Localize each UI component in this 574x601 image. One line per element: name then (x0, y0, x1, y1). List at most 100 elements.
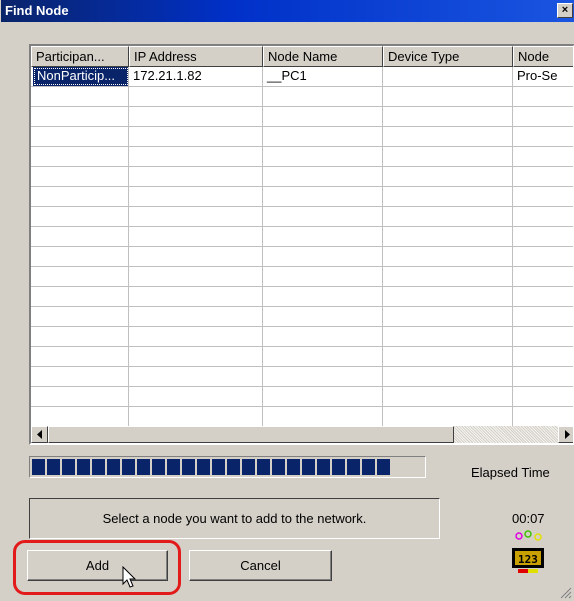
progress-block (137, 459, 150, 475)
row-cell-empty (31, 207, 129, 226)
progress-block (62, 459, 75, 475)
row-cell-empty (31, 127, 129, 146)
row-cell-empty (513, 227, 573, 246)
column-header-ip-address[interactable]: IP Address (129, 46, 263, 67)
row-cell-empty (263, 287, 383, 306)
progress-block (287, 459, 300, 475)
column-header-device-type[interactable]: Device Type (383, 46, 513, 67)
row-cell-empty (513, 107, 573, 126)
cancel-button[interactable]: Cancel (189, 550, 332, 581)
row-cell-empty (513, 307, 573, 326)
column-header-node-name[interactable]: Node Name (263, 46, 383, 67)
row-cell-empty (31, 387, 129, 406)
search-progress-bar (29, 456, 426, 478)
progress-block (257, 459, 270, 475)
row-cell-empty (513, 207, 573, 226)
row-cell-empty (263, 107, 383, 126)
row-cell-empty (31, 287, 129, 306)
scroll-right-button[interactable] (558, 426, 573, 443)
row-cell-empty (513, 387, 573, 406)
row-cell-empty (129, 207, 263, 226)
left-arrow-icon (37, 430, 42, 439)
progress-block (77, 459, 90, 475)
table-row (31, 187, 573, 207)
row-cell-empty (129, 327, 263, 346)
row-cell-empty (513, 287, 573, 306)
close-button[interactable]: × (557, 3, 573, 18)
row-cell-empty (263, 227, 383, 246)
row-cell-empty (129, 267, 263, 286)
table-row[interactable]: NonParticip... 172.21.1.82 __PC1 Pro-Se (31, 67, 573, 87)
row-cell-empty (129, 107, 263, 126)
horizontal-scrollbar[interactable] (31, 426, 573, 443)
row-cell-empty (383, 307, 513, 326)
table-row (31, 227, 573, 247)
row-cell-empty (513, 127, 573, 146)
column-header-participant[interactable]: Participan... (31, 46, 129, 67)
row-cell-empty (263, 367, 383, 386)
progress-block (47, 459, 60, 475)
scroll-thumb[interactable] (48, 426, 454, 443)
row-cell-empty (383, 287, 513, 306)
progress-block (377, 459, 390, 475)
row-cell-empty (513, 167, 573, 186)
row-cell-empty (263, 147, 383, 166)
status-message: Select a node you want to add to the net… (29, 498, 440, 539)
row-cell-empty (263, 247, 383, 266)
row-cell-empty (263, 187, 383, 206)
row-cell-empty (129, 227, 263, 246)
row-cell-empty (129, 347, 263, 366)
row-cell-empty (129, 187, 263, 206)
scroll-left-button[interactable] (31, 426, 48, 443)
row-cell-empty (383, 167, 513, 186)
row-cell-empty (383, 387, 513, 406)
table-row (31, 207, 573, 227)
column-header-node[interactable]: Node (513, 46, 573, 67)
row-cell-empty (129, 387, 263, 406)
title-bar: Find Node × (1, 0, 574, 22)
row-cell-empty (513, 87, 573, 106)
progress-block (302, 459, 315, 475)
row-cell-participant[interactable]: NonParticip... (33, 67, 129, 86)
table-row (31, 387, 573, 407)
table-row (31, 127, 573, 147)
row-cell-empty (31, 87, 129, 106)
row-cell-node: Pro-Se (513, 67, 573, 86)
row-cell-empty (513, 267, 573, 286)
row-cell-empty (129, 307, 263, 326)
close-icon: × (561, 4, 569, 16)
progress-block (182, 459, 195, 475)
row-cell-empty (129, 167, 263, 186)
row-cell-empty (383, 87, 513, 106)
progress-block (332, 459, 345, 475)
row-cell-empty (383, 187, 513, 206)
row-cell-empty (513, 327, 573, 346)
row-cell-empty (383, 247, 513, 266)
row-cell-empty (129, 367, 263, 386)
table-row (31, 367, 573, 387)
row-cell-empty (31, 167, 129, 186)
table-row (31, 307, 573, 327)
row-cell-device-type (383, 67, 513, 86)
row-cell-empty (31, 147, 129, 166)
progress-block (92, 459, 105, 475)
elapsed-time-value: 00:07 (512, 511, 545, 526)
progress-block (347, 459, 360, 475)
row-cell-empty (383, 407, 513, 426)
elapsed-time-label: Elapsed Time (471, 465, 550, 480)
row-cell-empty (513, 147, 573, 166)
find-node-dialog: Find Node × Participan... IP Address Nod… (0, 0, 574, 601)
progress-block (167, 459, 180, 475)
list-rows: NonParticip... 172.21.1.82 __PC1 Pro-Se (31, 67, 573, 426)
row-cell-empty (263, 207, 383, 226)
progress-block (107, 459, 120, 475)
progress-block (272, 459, 285, 475)
add-button-highlight (13, 540, 181, 595)
row-cell-empty (31, 407, 129, 426)
row-cell-empty (263, 267, 383, 286)
resize-grip-icon[interactable] (560, 587, 572, 599)
node-list[interactable]: Participan... IP Address Node Name Devic… (29, 44, 574, 445)
row-cell-empty (513, 367, 573, 386)
row-cell-empty (383, 367, 513, 386)
row-cell-empty (383, 107, 513, 126)
